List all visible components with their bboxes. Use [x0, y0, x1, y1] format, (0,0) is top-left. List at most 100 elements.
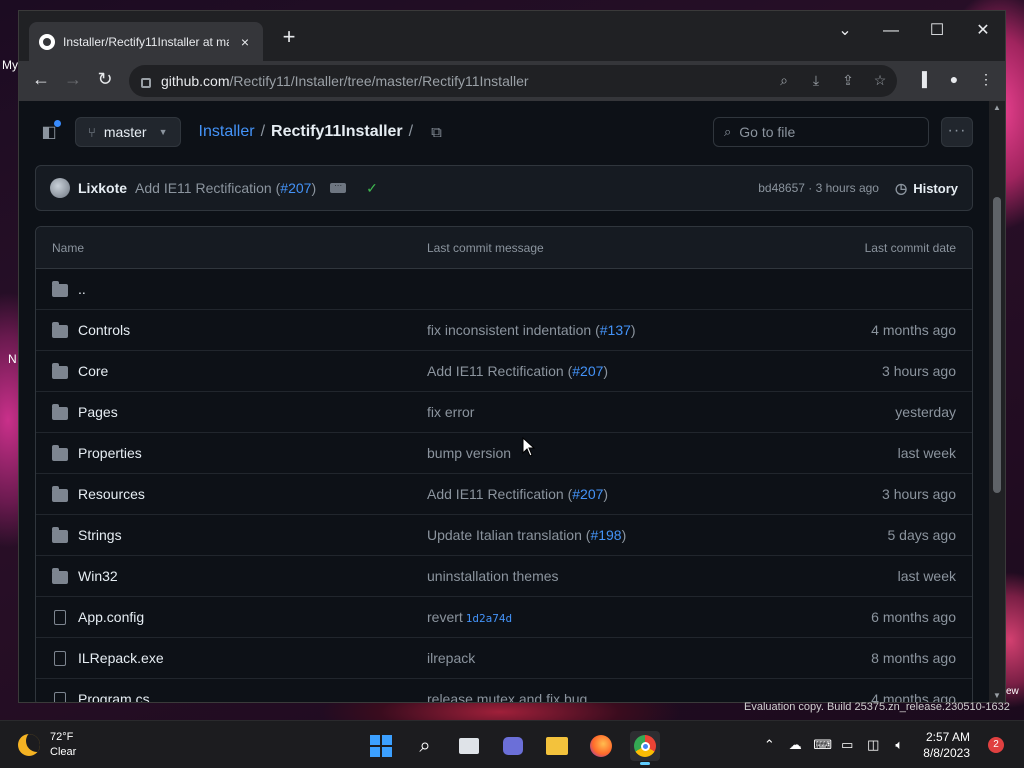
go-to-file-input[interactable]	[739, 124, 900, 140]
commit-date[interactable]: 3 hours ago	[756, 363, 956, 379]
tab-search-icon[interactable]: ⌄	[831, 17, 859, 45]
file-name-link[interactable]: Win32	[78, 568, 118, 584]
table-row[interactable]: ..	[36, 269, 972, 310]
commit-sha-time[interactable]: bd48657 · 3 hours ago	[758, 181, 879, 195]
avatar[interactable]	[50, 178, 70, 198]
expand-ellipsis-button[interactable]: ···	[330, 182, 347, 193]
chrome-button[interactable]	[630, 731, 660, 765]
scroll-up-arrow[interactable]: ▲	[989, 103, 1005, 112]
commit-message-link[interactable]: ilrepack	[427, 650, 756, 666]
commit-date[interactable]: 5 days ago	[756, 527, 957, 543]
commit-message-link[interactable]: revert 1d2a74d	[427, 609, 756, 625]
reload-button[interactable]: ↻	[93, 69, 117, 90]
scrollbar-thumb[interactable]	[993, 197, 1001, 493]
commit-author[interactable]: Lixkote	[78, 180, 127, 196]
volume-icon[interactable]: 🔈︎	[891, 737, 907, 753]
table-row[interactable]: ILRepack.exe ilrepack 8 months ago	[36, 638, 972, 679]
file-name-link[interactable]: Resources	[78, 486, 145, 502]
table-row[interactable]: Win32 uninstallation themes last week	[36, 556, 972, 597]
file-name-link[interactable]: Strings	[78, 527, 122, 543]
commit-date[interactable]: 8 months ago	[756, 650, 956, 666]
back-button[interactable]: ←	[29, 69, 53, 90]
commit-message-link[interactable]: uninstallation themes	[427, 568, 756, 584]
commit-sha-link[interactable]: 1d2a74d	[466, 612, 512, 625]
display-icon[interactable]: ▭	[839, 737, 855, 753]
start-button[interactable]	[366, 731, 396, 761]
chat-button[interactable]	[498, 731, 528, 761]
commit-message-link[interactable]: Add IE11 Rectification (#207)	[427, 363, 756, 379]
commit-message-link[interactable]: release mutex and fix bug	[427, 691, 756, 702]
desktop-icon-label[interactable]: N	[8, 352, 17, 366]
check-icon[interactable]: ✓	[366, 180, 378, 197]
commit-date[interactable]: last week	[756, 568, 956, 584]
file-name-link[interactable]: Controls	[78, 322, 130, 338]
close-window-button[interactable]: ✕	[969, 17, 997, 45]
pr-link[interactable]: #207	[572, 363, 603, 379]
file-tree-toggle-button[interactable]: ◧	[35, 118, 63, 146]
table-row[interactable]: Core Add IE11 Rectification (#207) 3 hours…	[36, 351, 972, 392]
weather-widget[interactable]: 72°F Clear	[18, 730, 76, 760]
task-view-button[interactable]	[454, 731, 484, 761]
tab-close-button[interactable]: ×	[237, 34, 253, 50]
page-scrollbar[interactable]: ▲ ▼	[989, 101, 1005, 702]
network-icon[interactable]: ◫	[865, 737, 881, 753]
file-name-link[interactable]: ..	[78, 281, 86, 297]
search-button[interactable]: ⌕	[410, 731, 440, 761]
new-tab-button[interactable]: +	[277, 25, 301, 49]
commit-message-link[interactable]: Update Italian translation (#198)	[427, 527, 756, 543]
commit-message-link[interactable]: bump version	[427, 445, 756, 461]
scroll-down-arrow[interactable]: ▼	[989, 691, 1005, 700]
file-name-link[interactable]: Properties	[78, 445, 142, 461]
table-row[interactable]: Strings Update Italian translation (#198)…	[36, 515, 972, 556]
desktop-icon-label[interactable]: My	[2, 58, 18, 72]
side-panel-icon[interactable]: ▐	[913, 71, 931, 88]
url-input[interactable]: github.com/Rectify11/Installer/tree/mast…	[129, 65, 897, 97]
forward-button[interactable]: →	[61, 69, 85, 90]
pr-link[interactable]: #198	[590, 527, 621, 543]
minimize-button[interactable]: —	[877, 17, 905, 45]
table-row[interactable]: Properties bump version last week	[36, 433, 972, 474]
file-explorer-button[interactable]	[542, 731, 572, 761]
commit-date[interactable]: 4 months ago	[756, 322, 956, 338]
cloud-off-icon[interactable]: ☁	[787, 737, 803, 753]
share-icon[interactable]: ⇪	[839, 72, 857, 89]
file-name-link[interactable]: Pages	[78, 404, 118, 420]
menu-kebab-icon[interactable]: ⋮	[977, 71, 995, 88]
desktop-icon-label[interactable]: ew	[1006, 686, 1019, 697]
commit-message-link[interactable]: fix error	[427, 404, 756, 420]
commit-date[interactable]: 3 hours ago	[756, 486, 956, 502]
breadcrumb-repo-link[interactable]: Installer	[199, 123, 255, 141]
table-row[interactable]: Program.cs release mutex and fix bug 4 mon…	[36, 679, 972, 702]
history-button[interactable]: ◷ History	[895, 180, 958, 197]
bookmark-star-icon[interactable]: ☆	[871, 72, 889, 89]
commit-date[interactable]: yesterday	[756, 404, 956, 420]
notification-badge[interactable]: 2	[988, 737, 1004, 753]
table-row[interactable]: App.config revert 1d2a74d 6 months ago	[36, 597, 972, 638]
search-icon[interactable]: ⌕	[775, 72, 793, 89]
table-row[interactable]: Resources Add IE11 Rectification (#207) 3 …	[36, 474, 972, 515]
profile-icon[interactable]: ●	[945, 71, 963, 88]
copy-path-icon[interactable]: ⧉	[431, 124, 442, 141]
commit-date[interactable]: last week	[756, 445, 956, 461]
table-row[interactable]: Pages fix error yesterday	[36, 392, 972, 433]
file-name-link[interactable]: Core	[78, 363, 108, 379]
maximize-button[interactable]: ☐	[923, 17, 951, 45]
chevron-up-icon[interactable]: ⌃	[761, 737, 777, 753]
file-name-link[interactable]: App.config	[78, 609, 144, 625]
commit-date[interactable]: 6 months ago	[756, 609, 956, 625]
branch-select-button[interactable]: ⑂ master ▼	[75, 117, 181, 147]
keyboard-icon[interactable]: ⌨	[813, 737, 832, 753]
file-name-link[interactable]: Program.cs	[78, 691, 150, 702]
pr-link[interactable]: #207	[572, 486, 603, 502]
more-options-button[interactable]: ···	[941, 117, 973, 147]
firefox-button[interactable]	[586, 731, 616, 761]
go-to-file-field[interactable]: ⌕	[713, 117, 929, 147]
table-row[interactable]: Controls fix inconsistent indentation (#1…	[36, 310, 972, 351]
commit-message-link[interactable]: Add IE11 Rectification (#207)	[427, 486, 756, 502]
file-name-link[interactable]: ILRepack.exe	[78, 650, 164, 666]
commit-message[interactable]: Add IE11 Rectification (#207)	[135, 180, 316, 196]
pr-link[interactable]: #137	[600, 322, 631, 338]
install-icon[interactable]: ⤓	[807, 72, 825, 89]
lock-icon[interactable]	[141, 78, 151, 88]
commit-message-link[interactable]: fix inconsistent indentation (#137)	[427, 322, 756, 338]
